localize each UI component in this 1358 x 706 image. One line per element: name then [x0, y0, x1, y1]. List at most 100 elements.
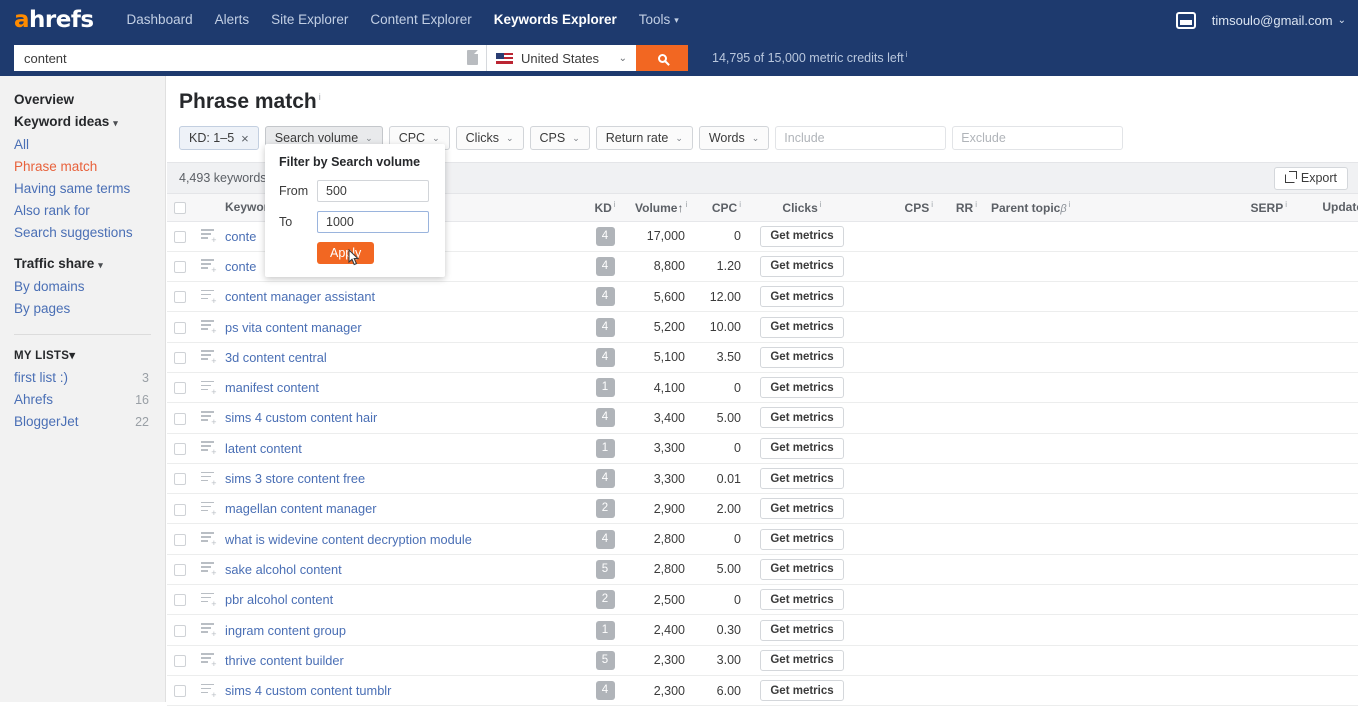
keyword-link[interactable]: sims 4 custom content tumblr: [225, 683, 391, 698]
nav-link-site-explorer[interactable]: Site Explorer: [260, 0, 359, 40]
keyword-link[interactable]: thrive content builder: [225, 653, 344, 668]
table-row[interactable]: sims 3 store content free43,3000.01Get m…: [167, 463, 1358, 493]
row-select-cell[interactable]: [167, 403, 193, 433]
include-input[interactable]: [775, 126, 946, 150]
get-metrics-button[interactable]: Get metrics: [760, 377, 843, 398]
add-to-list-icon[interactable]: [201, 653, 214, 664]
get-metrics-button[interactable]: Get metrics: [760, 347, 843, 368]
get-metrics-button[interactable]: Get metrics: [760, 498, 843, 519]
get-metrics-button[interactable]: Get metrics: [760, 468, 843, 489]
filter-dropdown-clicks[interactable]: Clicks ⌄: [456, 126, 524, 150]
keyword-link[interactable]: 3d content central: [225, 350, 327, 365]
row-select-cell[interactable]: [167, 675, 193, 705]
add-to-list-icon[interactable]: [201, 502, 214, 513]
inbox-icon[interactable]: [1176, 12, 1196, 29]
row-select-cell[interactable]: [167, 433, 193, 463]
row-select-cell[interactable]: [167, 554, 193, 584]
sidebar-item-overview[interactable]: Overview: [0, 89, 165, 111]
sidebar-group-keyword-ideas[interactable]: Keyword ideas▾: [0, 111, 165, 134]
keyword-link[interactable]: conte: [225, 259, 256, 274]
add-to-list-icon[interactable]: [201, 229, 214, 240]
to-input[interactable]: [317, 211, 429, 233]
add-to-list-icon[interactable]: [201, 532, 214, 543]
row-add-to-list-cell[interactable]: [193, 494, 221, 524]
column-header-serp[interactable]: SERPi: [1213, 194, 1293, 221]
get-metrics-button[interactable]: Get metrics: [760, 317, 843, 338]
sidebar-item-phrase-match[interactable]: Phrase match: [0, 156, 165, 178]
add-to-list-icon[interactable]: [201, 472, 214, 483]
get-metrics-button[interactable]: Get metrics: [760, 559, 843, 580]
table-row[interactable]: magellan content manager22,9002.00Get me…: [167, 494, 1358, 524]
table-row[interactable]: ps vita content manager45,20010.00Get me…: [167, 312, 1358, 342]
search-button[interactable]: [636, 45, 688, 71]
row-add-to-list-cell[interactable]: [193, 433, 221, 463]
row-add-to-list-cell[interactable]: [193, 585, 221, 615]
ahrefs-logo[interactable]: ahrefs: [14, 7, 94, 33]
clicks-cell[interactable]: Get metrics: [747, 403, 857, 433]
table-row[interactable]: sake alcohol content52,8005.00Get metric…: [167, 554, 1358, 584]
info-icon[interactable]: i: [906, 50, 908, 59]
keyword-link[interactable]: pbr alcohol content: [225, 592, 333, 607]
add-to-list-icon[interactable]: [201, 684, 214, 695]
keyword-cell[interactable]: magellan content manager: [221, 494, 581, 524]
column-header-parent-topic[interactable]: Parent topicβi: [983, 194, 1213, 221]
get-metrics-button[interactable]: Get metrics: [760, 407, 843, 428]
clicks-cell[interactable]: Get metrics: [747, 372, 857, 402]
table-row[interactable]: 3d content central45,1003.50Get metrics: [167, 342, 1358, 372]
row-add-to-list-cell[interactable]: [193, 312, 221, 342]
row-add-to-list-cell[interactable]: [193, 675, 221, 705]
keyword-link[interactable]: conte: [225, 229, 256, 244]
from-input[interactable]: [317, 180, 429, 202]
row-checkbox[interactable]: [174, 382, 186, 394]
row-select-cell[interactable]: [167, 251, 193, 281]
row-checkbox[interactable]: [174, 625, 186, 637]
clicks-cell[interactable]: Get metrics: [747, 585, 857, 615]
table-row[interactable]: pbr alcohol content22,5000Get metrics: [167, 585, 1358, 615]
row-checkbox[interactable]: [174, 685, 186, 697]
row-select-cell[interactable]: [167, 221, 193, 251]
sidebar-item-also-rank-for[interactable]: Also rank for: [0, 200, 165, 222]
list-item[interactable]: Ahrefs 16: [0, 389, 165, 411]
column-header-cpc[interactable]: CPCi: [691, 194, 747, 221]
row-add-to-list-cell[interactable]: [193, 372, 221, 402]
keyword-cell[interactable]: ingram content group: [221, 615, 581, 645]
clicks-cell[interactable]: Get metrics: [747, 312, 857, 342]
sidebar-item-all[interactable]: All: [0, 134, 165, 156]
column-header-cps[interactable]: CPSi: [857, 194, 939, 221]
row-select-cell[interactable]: [167, 282, 193, 312]
keyword-cell[interactable]: sims 4 custom content tumblr: [221, 675, 581, 705]
row-select-cell[interactable]: [167, 312, 193, 342]
keyword-link[interactable]: ps vita content manager: [225, 320, 362, 335]
keyword-link[interactable]: what is widevine content decryption modu…: [225, 532, 472, 547]
row-select-cell[interactable]: [167, 372, 193, 402]
table-row[interactable]: content manager assistant45,60012.00Get …: [167, 282, 1358, 312]
keyword-link[interactable]: sims 4 custom content hair: [225, 410, 377, 425]
row-checkbox[interactable]: [174, 322, 186, 334]
close-icon[interactable]: ×: [234, 131, 256, 146]
clicks-cell[interactable]: Get metrics: [747, 433, 857, 463]
table-row[interactable]: ingram content group12,4000.30Get metric…: [167, 615, 1358, 645]
add-to-list-icon[interactable]: [201, 350, 214, 361]
add-to-list-icon[interactable]: [201, 290, 214, 301]
get-metrics-button[interactable]: Get metrics: [760, 650, 843, 671]
row-checkbox[interactable]: [174, 564, 186, 576]
apply-button[interactable]: Apply: [317, 242, 374, 264]
keyword-link[interactable]: ingram content group: [225, 623, 346, 638]
table-row[interactable]: manifest content14,1000Get metrics: [167, 372, 1358, 402]
nav-link-keywords-explorer[interactable]: Keywords Explorer: [483, 0, 628, 40]
row-checkbox[interactable]: [174, 291, 186, 303]
row-checkbox[interactable]: [174, 594, 186, 606]
table-row[interactable]: what is widevine content decryption modu…: [167, 524, 1358, 554]
get-metrics-button[interactable]: Get metrics: [760, 529, 843, 550]
info-icon[interactable]: i: [319, 92, 321, 102]
row-checkbox[interactable]: [174, 504, 186, 516]
row-select-cell[interactable]: [167, 463, 193, 493]
get-metrics-button[interactable]: Get metrics: [760, 256, 843, 277]
column-header-volume[interactable]: Volume↑i: [629, 194, 691, 221]
info-icon[interactable]: i: [975, 200, 977, 209]
clicks-cell[interactable]: Get metrics: [747, 554, 857, 584]
select-all-checkbox[interactable]: [174, 202, 186, 214]
add-to-list-icon[interactable]: [201, 259, 214, 270]
sidebar-my-lists-header[interactable]: MY LISTS▾: [0, 345, 165, 367]
sidebar-item-search-suggestions[interactable]: Search suggestions: [0, 222, 165, 244]
